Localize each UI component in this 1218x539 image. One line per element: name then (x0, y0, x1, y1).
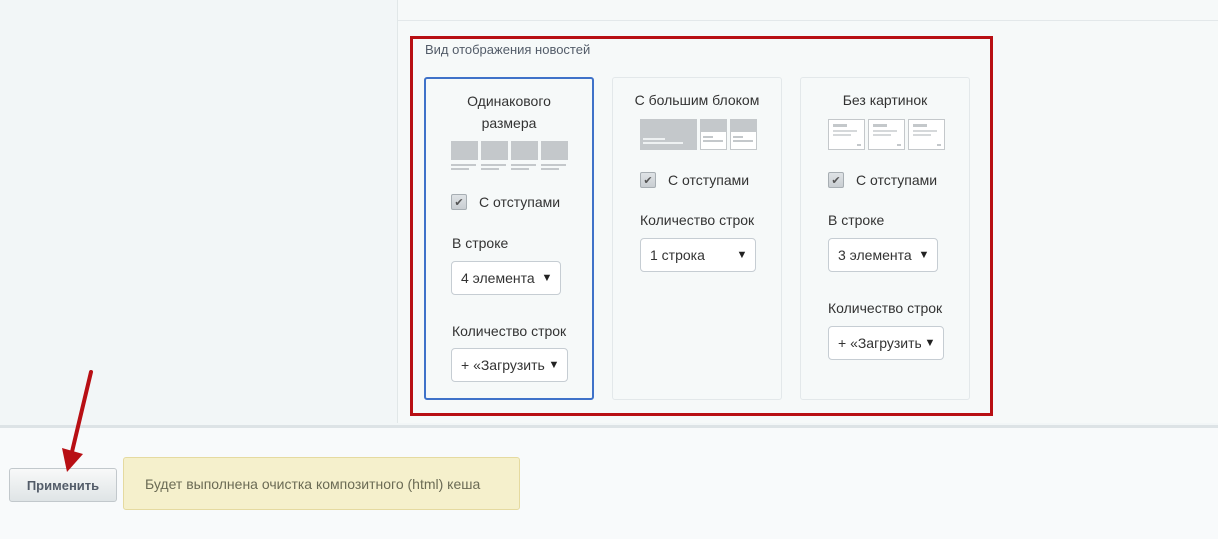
panel-divider (398, 20, 1218, 21)
layout-card-no-images[interactable]: Без картинок ✔ С отступами В строке 3 эл… (800, 77, 970, 400)
checkmark-icon[interactable]: ✔ (828, 172, 844, 188)
checkmark-icon[interactable]: ✔ (451, 194, 467, 210)
rows-count-label: Количество строк (452, 323, 567, 339)
checkbox-label: С отступами (479, 194, 561, 210)
rows-count-label: Количество строк (640, 212, 755, 228)
big-block-preview-icon (640, 119, 757, 150)
rows-count-select[interactable]: + «Загрузить» ▼ (451, 348, 568, 382)
rows-count-select[interactable]: + «Загрузить» ▼ (828, 326, 944, 360)
spacing-checkbox-row[interactable]: ✔ С отступами (451, 194, 560, 210)
checkbox-label: С отступами (668, 172, 750, 188)
per-row-value: 3 элемента (838, 247, 912, 263)
rows-count-value: 1 строка (650, 247, 705, 263)
per-row-select[interactable]: 3 элемента ▼ (828, 238, 938, 272)
chevron-down-icon: ▼ (541, 272, 553, 284)
section-title: Вид отображения новостей (425, 42, 591, 57)
rows-count-label: Количество строк (828, 300, 943, 316)
per-row-label: В строке (452, 235, 509, 251)
rows-count-value: + «Загрузить» (838, 335, 921, 351)
cache-notice: Будет выполнена очистка композитного (ht… (123, 457, 520, 510)
chevron-down-icon: ▼ (918, 249, 930, 261)
card-title: С большим блоком (634, 92, 760, 108)
chevron-down-icon: ▼ (548, 359, 560, 371)
layout-card-equal-size[interactable]: Одинакового размера ✔ С отступами В стро… (424, 77, 594, 400)
equal-size-preview-icon (451, 141, 568, 170)
per-row-value: 4 элемента (461, 270, 535, 286)
chevron-down-icon: ▼ (736, 249, 748, 261)
rows-count-select[interactable]: 1 строка ▼ (640, 238, 756, 272)
layout-card-big-block[interactable]: С большим блоком ✔ С отступами Количеств… (612, 77, 782, 400)
no-images-preview-icon (828, 119, 945, 150)
spacing-checkbox-row[interactable]: ✔ С отступами (640, 172, 749, 188)
per-row-label: В строке (828, 212, 885, 228)
checkbox-label: С отступами (856, 172, 938, 188)
checkmark-icon[interactable]: ✔ (640, 172, 656, 188)
spacing-checkbox-row[interactable]: ✔ С отступами (828, 172, 937, 188)
chevron-down-icon: ▼ (924, 337, 936, 349)
card-title: Одинакового размера (467, 93, 551, 131)
per-row-select[interactable]: 4 элемента ▼ (451, 261, 561, 295)
cache-notice-text: Будет выполнена очистка композитного (ht… (145, 475, 481, 492)
annotation-arrow-icon (62, 370, 93, 472)
card-title: Без картинок (842, 92, 928, 108)
rows-count-value: + «Загрузить» (461, 357, 545, 373)
